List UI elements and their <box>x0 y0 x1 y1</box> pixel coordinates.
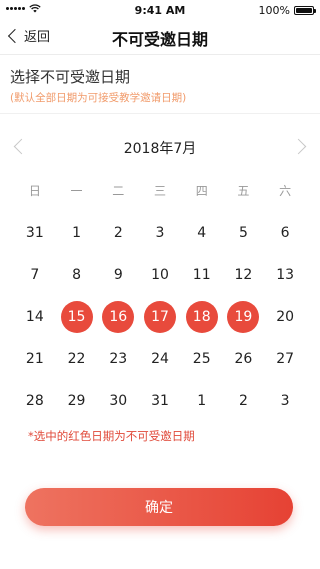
confirm-label: 确定 <box>145 500 173 516</box>
day-number: 4 <box>197 225 207 241</box>
calendar-day[interactable]: 8 <box>56 258 98 292</box>
calendar-day[interactable]: 9 <box>97 258 139 292</box>
calendar-day[interactable]: 2 <box>97 216 139 250</box>
selected-day-circle: 18 <box>185 301 218 333</box>
calendar-day[interactable]: 3 <box>264 384 306 418</box>
calendar-day[interactable]: 24 <box>139 342 181 376</box>
calendar-day[interactable]: 18 <box>181 300 223 334</box>
day-number: 9 <box>113 267 123 283</box>
calendar-day[interactable]: 14 <box>14 300 56 334</box>
day-number: 8 <box>72 267 82 283</box>
calendar-day[interactable]: 11 <box>181 258 223 292</box>
weekday-label: 日 <box>28 184 41 198</box>
day-number: 23 <box>109 351 128 367</box>
day-number: 2 <box>238 393 248 409</box>
calendar-day[interactable]: 28 <box>14 384 56 418</box>
calendar-day[interactable]: 6 <box>264 216 306 250</box>
calendar-day[interactable]: 31 <box>14 216 56 250</box>
day-number: 3 <box>155 225 165 241</box>
day-number: 11 <box>192 267 211 283</box>
selected-day-circle: 15 <box>60 301 93 333</box>
calendar-day[interactable]: 20 <box>264 300 306 334</box>
calendar-day[interactable]: 27 <box>264 342 306 376</box>
day-number: 25 <box>192 351 211 367</box>
day-number: 27 <box>276 351 295 367</box>
calendar-day[interactable]: 25 <box>181 342 223 376</box>
day-number: 30 <box>109 393 128 409</box>
day-number: 21 <box>25 351 44 367</box>
month-label: 2018年7月 <box>123 141 197 157</box>
weekday-label: 五 <box>237 184 250 198</box>
status-bar: 9:41 AM 100% <box>0 0 320 20</box>
calendar-day[interactable]: 7 <box>14 258 56 292</box>
weekday-label: 六 <box>279 184 292 198</box>
day-number: 1 <box>197 393 207 409</box>
calendar-day[interactable]: 1 <box>181 384 223 418</box>
day-number: 26 <box>234 351 253 367</box>
day-number: 28 <box>25 393 44 409</box>
day-number: 12 <box>234 267 253 283</box>
calendar-day[interactable]: 26 <box>223 342 265 376</box>
month-header: 2018年7月 <box>0 138 320 160</box>
weekday-label: 一 <box>70 184 83 198</box>
status-bar-right: 100% <box>258 4 316 17</box>
calendar-day[interactable]: 17 <box>139 300 181 334</box>
day-number: 31 <box>151 393 169 409</box>
day-number: 7 <box>30 267 40 283</box>
day-number: 5 <box>238 225 248 241</box>
calendar-day[interactable]: 30 <box>97 384 139 418</box>
calendar-day[interactable]: 13 <box>264 258 306 292</box>
weekday-header: 日一二三四五六 <box>14 182 306 199</box>
calendar-day[interactable]: 1 <box>56 216 98 250</box>
weekday-label: 二 <box>112 184 125 198</box>
calendar-day[interactable]: 21 <box>14 342 56 376</box>
day-number: 2 <box>113 225 123 241</box>
day-number: 6 <box>280 225 290 241</box>
page-title: 不可受邀日期 <box>111 30 208 49</box>
battery-icon <box>294 6 316 15</box>
day-number: 31 <box>25 225 44 241</box>
day-number: 20 <box>276 309 295 325</box>
calendar-day[interactable]: 19 <box>223 300 265 334</box>
calendar-day[interactable]: 16 <box>97 300 139 334</box>
calendar-day[interactable]: 15 <box>56 300 98 334</box>
calendar-day[interactable]: 3 <box>139 216 181 250</box>
selected-day-circle: 16 <box>102 301 135 333</box>
day-number: 10 <box>151 267 169 283</box>
selected-day-circle: 19 <box>227 301 260 333</box>
weekday-label: 三 <box>153 184 166 198</box>
legend-note: *选中的红色日期为不可受邀日期 <box>28 429 195 443</box>
calendar-day[interactable]: 31 <box>139 384 181 418</box>
calendar-day[interactable]: 29 <box>56 384 98 418</box>
battery-percent: 100% <box>258 4 290 17</box>
day-number: 22 <box>67 351 86 367</box>
calendar-day[interactable]: 22 <box>56 342 98 376</box>
calendar-day[interactable]: 4 <box>181 216 223 250</box>
day-number: 3 <box>280 393 290 409</box>
calendar-day[interactable]: 10 <box>139 258 181 292</box>
calendar-day[interactable]: 2 <box>223 384 265 418</box>
selected-day-circle: 17 <box>143 301 176 333</box>
calendar-day[interactable]: 12 <box>223 258 265 292</box>
nav-bar: 返回 不可受邀日期 <box>0 20 320 55</box>
calendar-day[interactable]: 23 <box>97 342 139 376</box>
day-number: 14 <box>25 309 44 325</box>
day-number: 1 <box>72 225 82 241</box>
day-number: 13 <box>276 267 295 283</box>
confirm-button[interactable]: 确定 <box>25 488 293 526</box>
day-number: 29 <box>67 393 86 409</box>
weekday-label: 四 <box>195 184 208 198</box>
divider <box>0 113 320 114</box>
section-title: 选择不可受邀日期 <box>10 68 131 86</box>
day-number: 24 <box>151 351 169 367</box>
calendar-grid: 31 1 2 3 4 5 6 7 8 9 10 11 12 13 14 15 16 17 18 19 20 21 22 23 2… <box>14 216 306 418</box>
section-hint: (默认全部日期为可接受教学邀请日期) <box>10 92 187 104</box>
calendar-day[interactable]: 5 <box>223 216 265 250</box>
